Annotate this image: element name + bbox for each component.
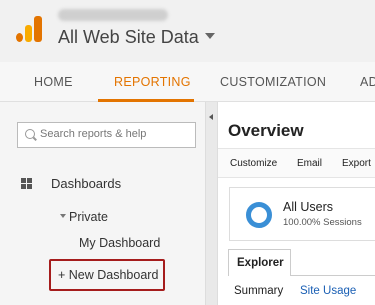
app-header: All Web Site Data [0, 0, 375, 62]
main-content: Overview Customize Email Export All User… [218, 102, 375, 305]
triangle-down-icon [60, 213, 66, 218]
subtab-summary[interactable]: Summary [234, 285, 283, 297]
analytics-logo-icon[interactable] [16, 16, 42, 42]
sidebar: Dashboards Private My Dashboard + New Da… [0, 102, 205, 305]
sidebar-item-private[interactable]: Private [60, 210, 108, 224]
tab-admin[interactable]: AD [360, 75, 375, 89]
property-name: All Web Site Data [58, 27, 199, 47]
grid-icon [21, 178, 32, 189]
account-name-blurred[interactable] [58, 9, 168, 21]
property-selector[interactable]: All Web Site Data [58, 27, 215, 48]
new-dashboard-highlight[interactable]: + New Dashboard [49, 259, 165, 291]
segment-card[interactable]: All Users 100.00% Sessions [229, 187, 375, 241]
tab-divider [291, 275, 375, 276]
tab-reporting[interactable]: REPORTING [114, 75, 191, 89]
collapse-left-icon [209, 114, 213, 120]
tab-explorer[interactable]: Explorer [228, 249, 291, 276]
export-button[interactable]: Export [342, 158, 371, 169]
tab-customization[interactable]: CUSTOMIZATION [220, 75, 326, 89]
caret-down-icon [204, 33, 215, 40]
page-title: Overview [228, 121, 304, 140]
search-box[interactable] [17, 122, 196, 148]
new-dashboard-link[interactable]: + New Dashboard [58, 268, 158, 282]
segment-sessions: 100.00% Sessions [283, 217, 362, 228]
sidebar-item-my-dashboard[interactable]: My Dashboard [79, 236, 160, 250]
search-icon [25, 129, 35, 139]
subtab-site-usage[interactable]: Site Usage [300, 285, 356, 297]
explorer-label: Explorer [237, 257, 284, 269]
tab-home[interactable]: HOME [34, 75, 73, 89]
private-label: Private [69, 210, 108, 224]
donut-icon [246, 202, 272, 228]
top-nav-tabs: HOME REPORTING CUSTOMIZATION AD [0, 62, 375, 102]
segment-name: All Users [283, 200, 334, 214]
email-button[interactable]: Email [297, 158, 322, 169]
customize-button[interactable]: Customize [230, 158, 277, 169]
search-input[interactable] [40, 128, 190, 140]
sidebar-collapse-handle[interactable] [205, 102, 218, 305]
report-actions-bar: Customize Email Export [218, 148, 375, 178]
sidebar-item-dashboards[interactable]: Dashboards [51, 176, 121, 191]
